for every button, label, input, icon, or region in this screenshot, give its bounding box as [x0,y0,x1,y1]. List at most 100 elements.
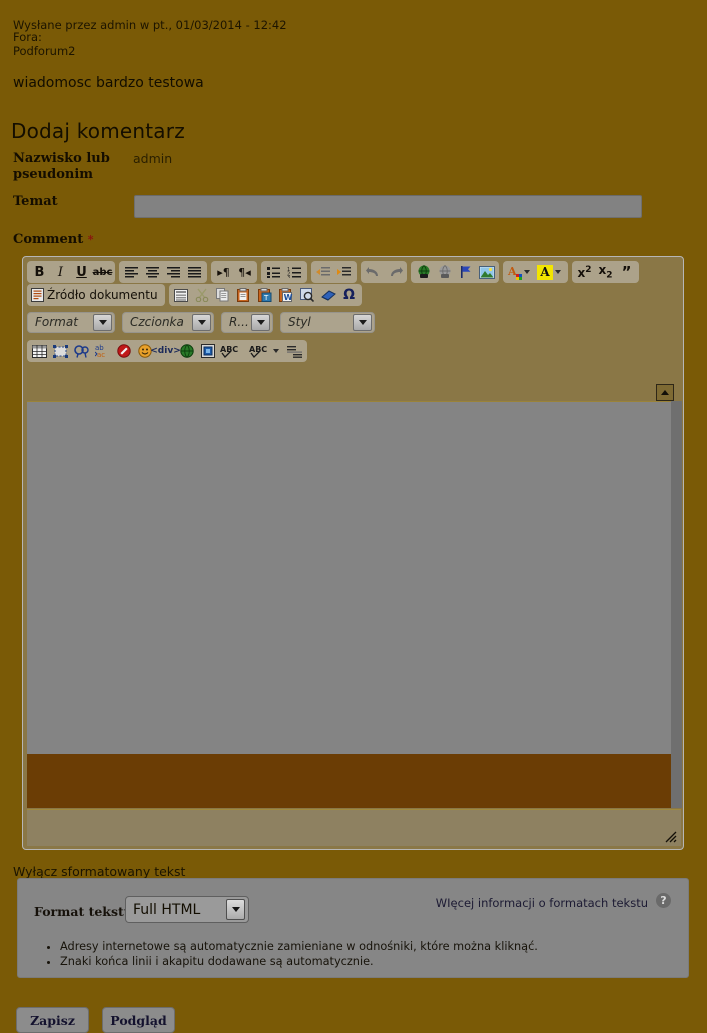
subscript-icon[interactable]: x2 [595,262,616,282]
forbidden-icon[interactable] [113,341,134,361]
align-justify-icon[interactable] [184,262,205,282]
link-icon[interactable] [413,262,434,282]
paste-as-plain-text-icon[interactable]: T [255,285,276,305]
chevron-down-icon[interactable] [273,349,279,353]
text-format-label: Format tekstu [34,904,133,919]
special-character-icon[interactable]: Ω [339,285,360,305]
chevron-down-icon[interactable] [251,313,270,331]
subject-input[interactable] [134,195,642,218]
show-blocks-icon[interactable] [50,341,71,361]
chevron-down-icon[interactable] [524,270,530,274]
svg-text:W: W [284,293,293,302]
more-info-link[interactable]: WIęcej informacji o formatach tekstu [436,896,648,910]
bulleted-list-icon[interactable] [263,262,284,282]
editor-content-area[interactable] [27,401,681,808]
templates-icon[interactable] [171,285,192,305]
paste-icon[interactable] [234,285,255,305]
table-icon[interactable] [29,341,50,361]
anchor-icon[interactable] [455,262,476,282]
cut-icon[interactable] [192,285,213,305]
insert-tools-group: ab ac <div> ABC ABC [27,340,307,362]
align-right-icon[interactable] [163,262,184,282]
replace-icon[interactable]: ab ac [92,341,113,361]
alignment-group [119,261,207,283]
text-direction-ltr-icon[interactable]: ▸¶ [213,262,234,282]
redo-icon[interactable] [384,262,405,282]
styles-combo[interactable]: Styl [280,311,375,333]
font-size-combo[interactable]: R... [221,311,273,333]
name-value: admin [133,151,173,166]
chevron-up-icon [661,390,669,395]
text-format-select[interactable]: Full HTML [125,896,249,923]
find-preview-icon[interactable] [297,285,318,305]
text-format-panel: Format tekstu Full HTML WIęcej informacj… [17,878,689,978]
subject-label: Temat [13,194,58,209]
undo-icon[interactable] [363,262,384,282]
clipboard-group: T W Ω [168,284,362,306]
chevron-down-icon[interactable] [353,313,372,331]
chevron-down-icon[interactable] [93,313,112,331]
chevron-down-icon[interactable] [555,270,561,274]
underline-icon[interactable]: U [71,262,92,282]
font-combo[interactable]: Czcionka [122,311,214,333]
disable-rich-text-link[interactable]: Wyłącz sformatowany tekst [13,864,185,879]
svg-text:3: 3 [287,275,290,278]
format-combo[interactable]: Format [27,311,115,333]
link-group [411,261,499,283]
strikethrough-icon[interactable]: abc [92,262,113,282]
font-combo-label: Czcionka [130,315,184,329]
toolbar-row-1: B I U abc ▸¶ ¶◂ 1 2 3 A A x2 x2 ” [27,261,679,283]
div-container-icon[interactable]: <div> [150,341,180,361]
svg-text:A: A [507,265,517,278]
source-group: Źródło dokumentu [27,284,165,306]
required-marker: * [87,233,94,246]
forum-link[interactable]: Podforum2 [13,44,75,58]
image-icon[interactable] [476,262,497,282]
resize-grip-icon[interactable] [665,831,677,843]
help-icon[interactable]: ? [656,893,671,908]
spellcheck-icon[interactable]: ABC [218,341,247,361]
indent-icon[interactable] [334,262,355,282]
format-tips-list: Adresy internetowe są automatycznie zami… [44,939,538,969]
bold-icon[interactable]: B [29,262,50,282]
italic-icon[interactable]: I [50,262,71,282]
text-direction-rtl-icon[interactable]: ¶◂ [234,262,255,282]
rich-text-editor[interactable]: B I U abc ▸¶ ¶◂ 1 2 3 A A x2 x2 ” Źródło… [22,256,684,850]
fora-label: Fora: [13,30,42,44]
page-break-icon[interactable] [284,341,305,361]
blockquote-icon[interactable]: ” [616,262,637,282]
align-center-icon[interactable] [142,262,163,282]
list-group: 123 [261,261,307,283]
toolbar-row-4: ab ac <div> ABC ABC [27,339,679,363]
editor-vertical-scrollbar[interactable] [671,401,682,808]
form-actions: Zapisz Podgląd [16,1007,188,1033]
chevron-down-icon[interactable] [226,899,245,920]
editor-content-bottom-block [27,754,681,808]
text-color-icon[interactable]: A [505,262,535,282]
list-item: Znaki końca linii i akapitu dodawane są … [60,954,538,969]
save-button[interactable]: Zapisz [16,1007,89,1033]
superscript-icon[interactable]: x2 [574,262,595,282]
spellcheck-options-icon[interactable]: ABC [247,341,284,361]
paste-from-word-icon[interactable]: W [276,285,297,305]
align-left-icon[interactable] [121,262,142,282]
chevron-down-icon[interactable] [192,313,211,331]
svg-text:ac: ac [97,351,105,358]
numbered-list-icon[interactable]: 123 [284,262,305,282]
document-source-label[interactable]: Źródło dokumentu [47,288,158,302]
copy-icon[interactable] [213,285,234,305]
outdent-icon[interactable] [313,262,334,282]
document-source-icon[interactable]: Źródło dokumentu [29,285,163,305]
flash-icon[interactable] [197,341,218,361]
svg-text:T: T [263,294,269,302]
page-title: Dodaj komentarz [11,119,185,143]
comment-form-page: Wysłane przez admin w pt., 01/03/2014 - … [0,0,707,1033]
iframe-icon[interactable] [176,341,197,361]
remove-format-icon[interactable] [318,285,339,305]
unlink-icon[interactable] [434,262,455,282]
preview-button[interactable]: Podgląd [102,1007,175,1033]
name-label: Nazwisko lub pseudonim [13,151,110,182]
find-icon[interactable] [71,341,92,361]
toolbar-collapse-button[interactable] [656,384,674,401]
background-color-icon[interactable]: A [535,262,566,282]
